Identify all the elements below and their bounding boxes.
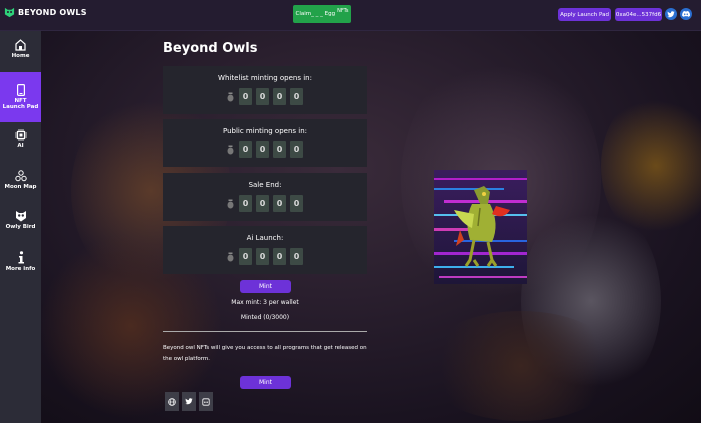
globe-icon[interactable] bbox=[165, 392, 179, 411]
sidebar-item-label: More info bbox=[5, 266, 36, 272]
timer-card-whitelist: Whitelist minting opens in: 0 0 0 0 bbox=[163, 66, 367, 114]
countdown: 0 0 0 0 bbox=[163, 141, 367, 158]
claim-button-nft-text: NFTs bbox=[337, 8, 349, 14]
discord-icon[interactable] bbox=[680, 8, 692, 20]
countdown-digit: 0 bbox=[239, 141, 252, 158]
countdown-digit: 0 bbox=[273, 88, 286, 105]
map-icon bbox=[14, 170, 27, 182]
owl-icon bbox=[15, 211, 26, 222]
countdown-digit: 0 bbox=[239, 195, 252, 212]
logo[interactable]: BEYOND OWLS bbox=[4, 7, 87, 18]
countdown-digit: 0 bbox=[239, 88, 252, 105]
minted-count: Minted (0/3000) bbox=[240, 314, 290, 321]
countdown-digit: 0 bbox=[290, 88, 303, 105]
countdown-digit: 0 bbox=[256, 195, 269, 212]
timer-label: Sale End: bbox=[248, 181, 282, 189]
timer-icon bbox=[227, 92, 234, 101]
info-icon bbox=[18, 251, 24, 264]
sidebar: Home NFT Launch Pad AI Moon Map Owly Bir… bbox=[0, 31, 41, 423]
countdown-digit: 0 bbox=[239, 248, 252, 265]
sidebar-item-label: Moon Map bbox=[4, 184, 37, 190]
countdown-digit: 0 bbox=[290, 195, 303, 212]
chip-icon bbox=[14, 129, 27, 141]
max-mint-text: Max mint: 3 per wallet bbox=[231, 299, 299, 306]
claim-button-label: Claim_ _ _ Egg bbox=[295, 11, 336, 17]
top-bar: BEYOND OWLS Claim_ _ _ Egg NFTs Apply La… bbox=[0, 0, 701, 31]
countdown-digit: 0 bbox=[290, 141, 303, 158]
timer-label: Public minting opens in: bbox=[222, 127, 308, 135]
countdown-digit: 0 bbox=[256, 248, 269, 265]
countdown: 0 0 0 0 bbox=[163, 248, 367, 265]
countdown-digit: 0 bbox=[273, 141, 286, 158]
timer-card-sale-end: Sale End: 0 0 0 0 bbox=[163, 173, 367, 221]
sidebar-item-label: AI bbox=[17, 143, 24, 149]
countdown-digit: 0 bbox=[256, 141, 269, 158]
mint-button-secondary[interactable]: Mint bbox=[240, 376, 291, 389]
mint-button[interactable]: Mint bbox=[240, 280, 291, 293]
timer-icon bbox=[227, 145, 234, 154]
sidebar-item-owly-bird[interactable]: Owly Bird bbox=[0, 210, 41, 236]
countdown: 0 0 0 0 bbox=[163, 88, 367, 105]
page-title: Beyond Owls bbox=[163, 41, 258, 56]
timer-icon bbox=[227, 252, 234, 261]
timer-card-ai-launch: Ai Launch: 0 0 0 0 bbox=[163, 226, 367, 274]
twitter-icon[interactable] bbox=[182, 392, 196, 411]
sidebar-item-ai[interactable]: AI bbox=[0, 129, 41, 155]
owl-logo-icon bbox=[4, 7, 15, 18]
timer-icon bbox=[227, 199, 234, 208]
description: Beyond owl NFTs will give you access to … bbox=[163, 345, 367, 362]
twitter-icon[interactable] bbox=[665, 8, 677, 20]
phone-icon bbox=[16, 84, 25, 96]
divider bbox=[163, 331, 367, 332]
countdown: 0 0 0 0 bbox=[163, 195, 367, 212]
claim-egg-nfts-button[interactable]: Claim_ _ _ Egg NFTs bbox=[293, 5, 351, 23]
sidebar-item-label: Owly Bird bbox=[5, 224, 36, 230]
countdown-digit: 0 bbox=[273, 248, 286, 265]
sidebar-item-more-info[interactable]: More info bbox=[0, 251, 41, 277]
sidebar-item-nft-launch-pad[interactable]: NFT Launch Pad bbox=[0, 72, 41, 122]
discord-icon[interactable] bbox=[199, 392, 213, 411]
sidebar-item-label: Home bbox=[11, 53, 30, 59]
countdown-digit: 0 bbox=[256, 88, 269, 105]
timer-label: Whitelist minting opens in: bbox=[218, 74, 312, 82]
apply-launch-pad-button[interactable]: Apply Launch Pad bbox=[558, 8, 611, 21]
logo-text: BEYOND OWLS bbox=[18, 8, 87, 17]
timer-card-public: Public minting opens in: 0 0 0 0 bbox=[163, 119, 367, 167]
sidebar-item-home[interactable]: Home bbox=[0, 39, 41, 71]
home-icon bbox=[15, 39, 26, 51]
wallet-address-button[interactable]: 0xa04e...537fd6 bbox=[615, 8, 662, 21]
sidebar-item-label-line2: Launch Pad bbox=[2, 104, 39, 110]
timer-label: Ai Launch: bbox=[246, 234, 284, 242]
countdown-digit: 0 bbox=[290, 248, 303, 265]
nft-preview-image bbox=[434, 170, 527, 284]
sidebar-item-moon-map[interactable]: Moon Map bbox=[0, 170, 41, 196]
countdown-digit: 0 bbox=[273, 195, 286, 212]
